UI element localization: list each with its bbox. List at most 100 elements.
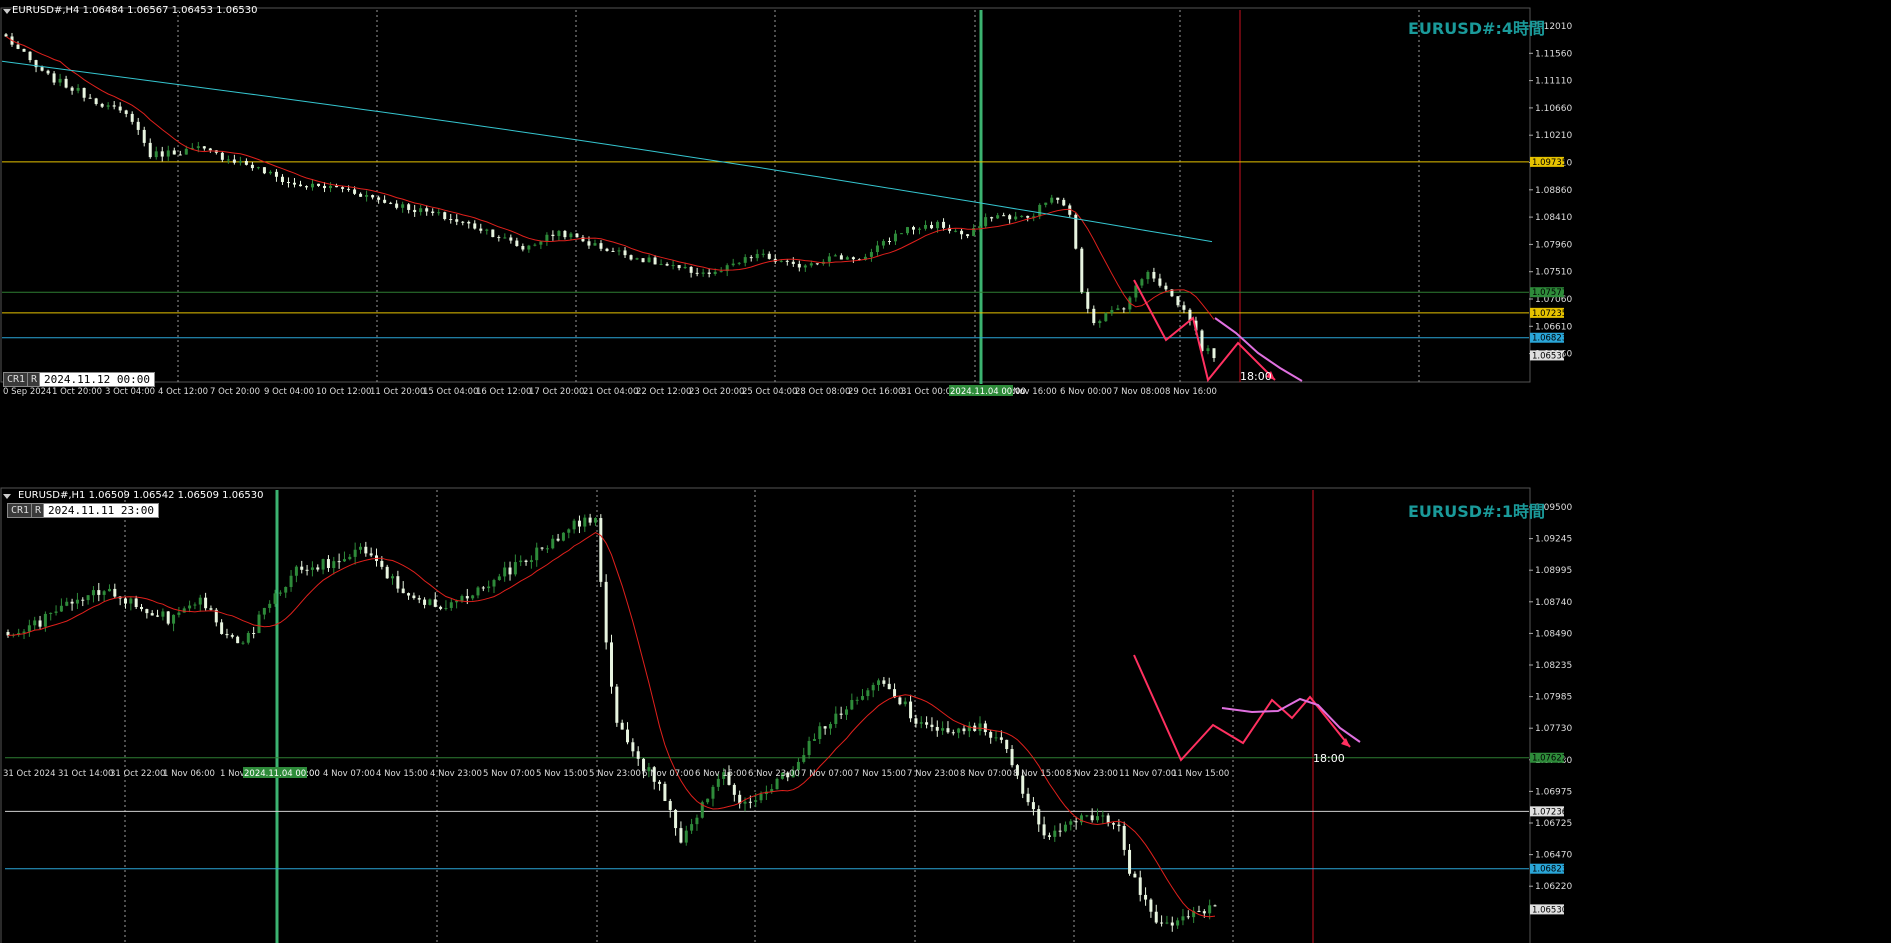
candle-body [1186, 916, 1190, 918]
candle-body [1002, 215, 1006, 217]
candle-body [936, 221, 940, 229]
time-marker-label: 18:00 [1240, 370, 1272, 383]
candle-body [912, 227, 916, 230]
candle-body [107, 588, 111, 592]
date-input-box[interactable]: 2024.11.12 00:00 [39, 372, 155, 387]
candle-body [323, 185, 327, 189]
candle-body [551, 234, 555, 237]
candle-body [844, 709, 848, 715]
candle-body [629, 255, 633, 260]
candle-body [615, 686, 619, 723]
price-tick-label: 1.06220 [1535, 882, 1572, 892]
candle-body [611, 250, 615, 252]
candle-body [75, 599, 79, 604]
candle-body [869, 252, 873, 257]
candle-body [298, 184, 302, 187]
candle-body [941, 728, 945, 731]
candle-body [1020, 215, 1024, 217]
plot-frame [0, 7, 1531, 383]
candle-body [280, 176, 284, 183]
h1-chart-panel[interactable]: 1.09500 1.09245 1.08995 1.08740 1.08490 1.082… [0, 485, 1891, 943]
candle-body [755, 253, 759, 259]
candle-body [476, 587, 480, 596]
candle-body [966, 234, 970, 237]
candle-body [797, 263, 801, 268]
candle-body [610, 642, 613, 687]
candle-body [106, 105, 110, 107]
candle-body [481, 587, 485, 589]
candle-body [683, 266, 687, 269]
candle-body [1104, 313, 1108, 322]
candle-body [767, 253, 771, 259]
candle-body [407, 204, 411, 210]
candle-body [1005, 739, 1009, 750]
candle-body [583, 517, 587, 527]
time-axis-label: 8 Nov 07:00 [960, 769, 1012, 779]
candle-body [527, 245, 531, 250]
h1-chart-svg[interactable]: 1.095001.092451.089951.087401.084901.082… [0, 485, 1891, 943]
candle-body [749, 257, 753, 259]
time-axis-label: 4 Nov 15:00 [376, 769, 428, 779]
candle-body [198, 597, 202, 605]
candle-body [653, 257, 657, 265]
zigzag-path [1133, 279, 1276, 383]
candle-body [809, 263, 813, 266]
candle-body [419, 208, 423, 213]
candle-body [1090, 815, 1094, 821]
candle-body [1112, 823, 1116, 825]
candle-body [930, 724, 934, 727]
zigzag-path [1133, 654, 1351, 762]
candle-body [1206, 348, 1210, 352]
candle-body [604, 581, 608, 643]
price-tick-label: 1.07730 [1535, 724, 1572, 734]
h4-chart-panel[interactable]: 1.120101.115601.111101.106601.102101.093… [0, 0, 1891, 485]
candle-body [1213, 905, 1217, 907]
time-axis-label: 8 Nov 16:00 [1165, 387, 1217, 397]
cr-button[interactable]: CR1 [7, 503, 34, 518]
candle-body [188, 605, 192, 609]
candle-body [1074, 821, 1078, 823]
candle-body [431, 211, 435, 213]
candle-body [881, 241, 885, 246]
candle-body [341, 187, 345, 189]
candle-body [369, 553, 373, 556]
candle-body [396, 576, 400, 589]
candle-body [38, 620, 42, 627]
cr-button[interactable]: CR1 [3, 372, 30, 387]
candle-body [380, 560, 384, 567]
candle-body [887, 683, 891, 690]
candle-body [803, 265, 807, 268]
candle-body [898, 697, 902, 705]
time-axis-label: 17 Oct 20:00 [529, 387, 584, 397]
price-tick-label: 1.08860 [1535, 186, 1572, 196]
price-tick-label: 1.08740 [1535, 598, 1572, 608]
candle-body [671, 265, 675, 267]
candle-body [556, 538, 560, 541]
time-axis-label: 7 Nov 08:00 [1113, 387, 1165, 397]
time-axis-label: 31 Oct 14:00 [58, 769, 113, 779]
candle-body [561, 532, 565, 541]
time-axis-label: 6 Nov 00:00 [1060, 387, 1112, 397]
price-tag-label: 1.07235 [1532, 309, 1567, 319]
price-tick-label: 1.11560 [1535, 49, 1572, 59]
candle-body [252, 633, 256, 635]
collapse-triangle-icon[interactable] [3, 9, 11, 14]
h4-chart-svg[interactable]: 1.120101.115601.111101.106601.102101.093… [0, 0, 1891, 485]
candle-body [347, 188, 351, 190]
candle-body [316, 567, 320, 570]
candle-body [172, 614, 176, 624]
candle-body [529, 560, 533, 562]
candle-body [256, 167, 260, 169]
candle-body [268, 171, 272, 174]
candle-body [134, 598, 138, 608]
candle-body [289, 575, 293, 587]
candle-body [257, 614, 261, 634]
candle-body [278, 592, 282, 594]
symbol-ohlc-line: EURUSD#,H4 1.06484 1.06567 1.06453 1.065… [12, 5, 258, 16]
candle-body [342, 559, 346, 562]
candle-body [460, 596, 464, 601]
candle-body [391, 576, 395, 579]
collapse-triangle-icon[interactable] [3, 494, 11, 499]
time-axis-label: 6 Nov 23:00 [748, 769, 800, 779]
date-input-box[interactable]: 2024.11.11 23:00 [43, 503, 159, 518]
